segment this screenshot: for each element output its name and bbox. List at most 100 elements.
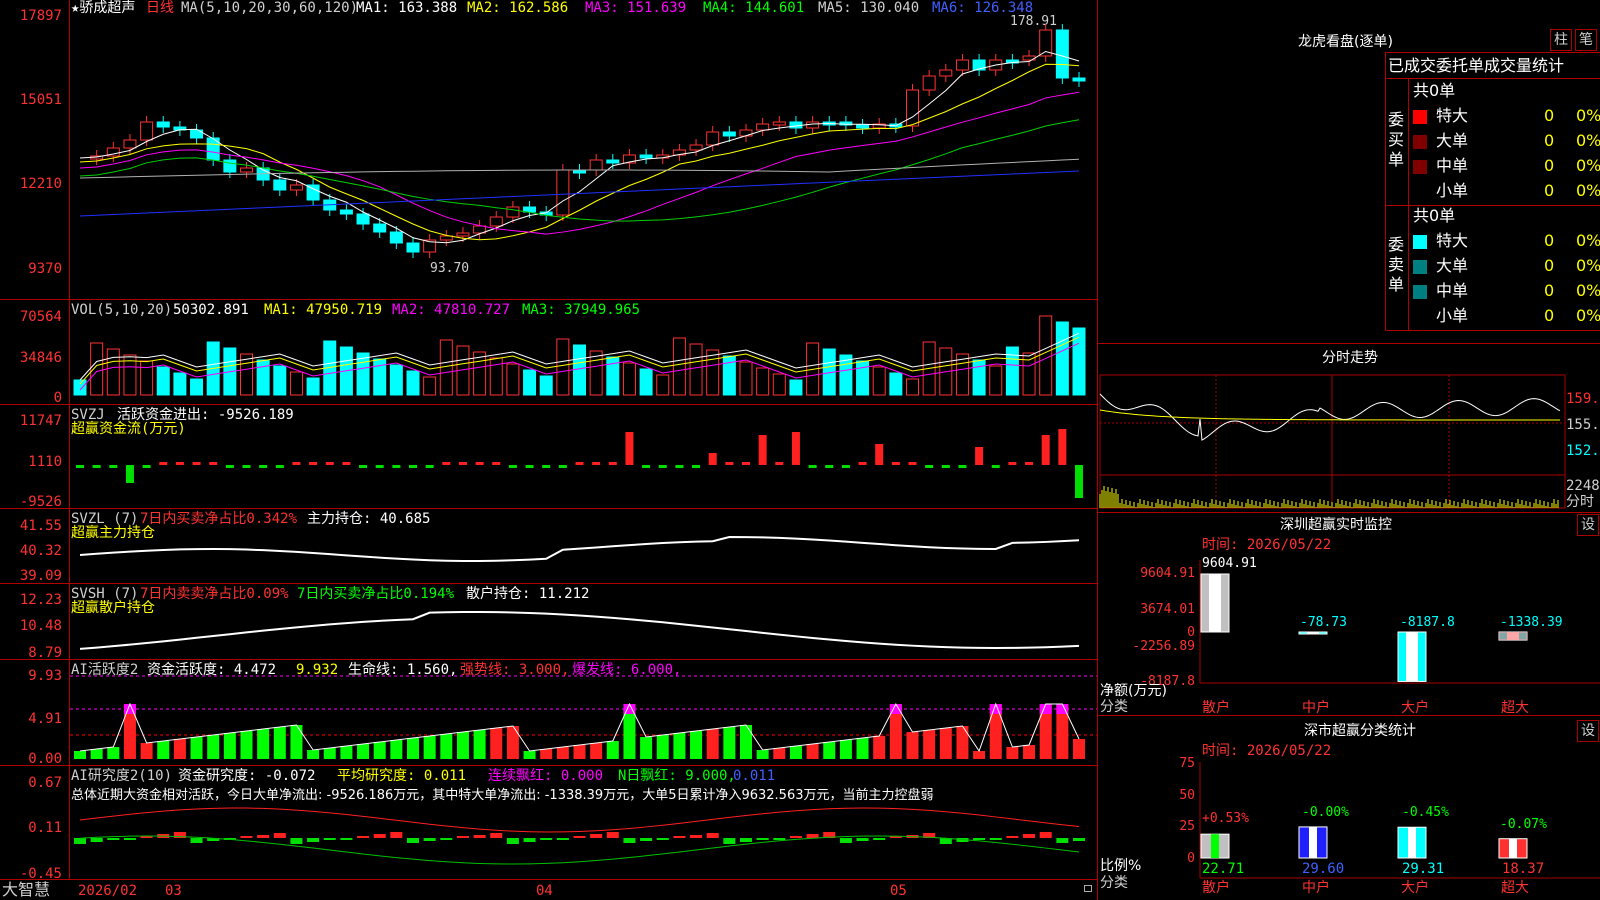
axis-label: -0.00% xyxy=(1302,805,1349,820)
order-count: 0 xyxy=(1544,156,1555,175)
color-swatch xyxy=(1413,160,1427,174)
month-label: 04 xyxy=(536,883,553,899)
axis-label: 超大 xyxy=(1501,700,1529,716)
axis-label: 散户 xyxy=(1202,880,1230,896)
ai2-text5: 0.011 xyxy=(733,768,776,784)
vol-label: 70564 xyxy=(19,309,62,325)
order-percent: 0% xyxy=(1576,306,1600,325)
order-percent: 0% xyxy=(1576,256,1600,275)
order-size-label: 特大 xyxy=(1436,231,1469,250)
order-percent: 0% xyxy=(1576,231,1600,250)
axis-label: 29.31 xyxy=(1402,861,1445,877)
ai2-text1: 资金研究度: -0.072 xyxy=(178,768,316,784)
ai2-text4: N日飘红: 9.000, xyxy=(618,768,736,784)
settings-button[interactable]: 设 xyxy=(1577,514,1599,536)
color-swatch xyxy=(1413,110,1427,124)
ai2-text3: 连续飘红: 0.000 xyxy=(488,768,604,784)
svzl-label: 39.09 xyxy=(19,568,62,584)
color-swatch xyxy=(1413,185,1427,199)
axis-label: +0.53% xyxy=(1202,811,1249,826)
vol-title: VOL(5,10,20) xyxy=(71,302,173,318)
date-label: 2026/02 xyxy=(78,883,138,899)
order-percent: 0% xyxy=(1576,281,1600,300)
svsh-text3: 散户持仓: 11.212 xyxy=(466,586,590,602)
sz-monitor-title: 深圳超赢实时监控 xyxy=(1280,517,1392,533)
svzl-sub: 超赢主力持仓 xyxy=(71,525,155,541)
vol-label: 0 xyxy=(53,390,62,406)
order-count: 0 xyxy=(1544,256,1555,275)
axis-label: 75 xyxy=(1179,756,1195,771)
app-logo: 大智慧 xyxy=(2,880,51,899)
tick-mode-button[interactable]: 笔 xyxy=(1575,29,1597,51)
ai1-title: AI活跃度2 xyxy=(71,662,139,678)
fenshi-vol-label: 分时 xyxy=(1566,494,1594,510)
axis-label: 18.37 xyxy=(1502,861,1545,877)
svzl-label: 40.32 xyxy=(19,543,62,559)
svzj-label: 11747 xyxy=(19,413,62,429)
order-size-label: 中单 xyxy=(1436,156,1469,175)
divider xyxy=(1408,78,1409,330)
order-size-label: 小单 xyxy=(1436,181,1469,200)
ai1-text2: 9.932 xyxy=(296,662,339,678)
sz-class-time: 时间: 2026/05/22 xyxy=(1202,743,1332,759)
axis-label: -2256.89 xyxy=(1132,639,1195,654)
net-amount-label: 净额(万元) xyxy=(1100,683,1167,699)
axis-label: 0 xyxy=(1187,625,1195,640)
divider xyxy=(1385,52,1386,330)
price-chart[interactable] xyxy=(0,0,1097,880)
vol-value: 50302.891 xyxy=(173,302,249,318)
color-swatch xyxy=(1413,135,1427,149)
ai1-text1: 资金活跃度: 4.472 xyxy=(147,662,277,678)
order-size-label: 大单 xyxy=(1436,131,1469,150)
fenshi-label: 152.3 xyxy=(1566,443,1600,459)
divider xyxy=(1385,52,1600,53)
category-label: 分类 xyxy=(1100,699,1128,715)
stock-terminal: ★骄成超声 日线 MA(5,10,20,30,60,120) MA1: 163.… xyxy=(0,0,1600,900)
lhb-header: 已成交委托单成交量统计 xyxy=(1388,56,1565,75)
color-swatch xyxy=(1413,235,1427,249)
ai2-summary: 总体近期大资金相对活跃，今日大单净流出: -9526.186万元，其中特大单净流… xyxy=(71,788,934,803)
color-swatch xyxy=(1413,310,1427,324)
axis-label: 超大 xyxy=(1501,880,1529,896)
divider xyxy=(1385,78,1600,79)
settings-button[interactable]: 设 xyxy=(1577,720,1599,742)
axis-label: 29.60 xyxy=(1302,861,1345,877)
axis-label: 中户 xyxy=(1302,880,1330,896)
main-right-divider xyxy=(1097,0,1098,900)
vol-ma2: MA2: 47810.727 xyxy=(392,302,511,318)
svzj-sub: 超赢资金流(万元) xyxy=(71,421,186,437)
order-count: 0 xyxy=(1544,106,1555,125)
order-count: 0 xyxy=(1544,231,1555,250)
fenshi-label: 159.1 xyxy=(1566,391,1600,407)
axis-label: 50 xyxy=(1179,788,1195,803)
axis-label: 散户 xyxy=(1202,700,1230,716)
ai1-label: 9.93 xyxy=(28,668,62,684)
fenshi-vol-label: 2248 xyxy=(1566,478,1600,494)
order-count: 0 xyxy=(1544,181,1555,200)
svzj-label: -9526 xyxy=(19,494,62,510)
lock-icon[interactable] xyxy=(1084,885,1092,892)
sz-monitor-time: 时间: 2026/05/22 xyxy=(1202,537,1332,553)
ai2-label: 0.67 xyxy=(28,775,62,791)
ai2-label: 0.11 xyxy=(28,820,62,836)
axis-label: 3674.01 xyxy=(1140,602,1195,617)
ratio-label: 比例% xyxy=(1100,858,1142,874)
axis-label: -8187.8 xyxy=(1400,615,1455,630)
svsh-sub: 超赢散户持仓 xyxy=(71,600,155,616)
fenshi-label: 155.7 xyxy=(1566,417,1600,433)
ai1-text5: 爆发线: 6.000, xyxy=(572,662,682,678)
axis-label: 9604.91 xyxy=(1202,556,1257,571)
vol-label: 34846 xyxy=(19,350,62,366)
bar-mode-button[interactable]: 柱 xyxy=(1550,29,1572,51)
axis-label: -0.45% xyxy=(1402,805,1449,820)
order-percent: 0% xyxy=(1576,106,1600,125)
ai1-label: 0.00 xyxy=(28,751,62,767)
sz-class-title: 深市超赢分类统计 xyxy=(1304,723,1416,739)
axis-label: 大户 xyxy=(1401,880,1429,896)
ai2-text2: 平均研究度: 0.011 xyxy=(337,768,467,784)
order-size-label: 中单 xyxy=(1436,281,1469,300)
order-count: 0 xyxy=(1544,131,1555,150)
axis-label: 22.71 xyxy=(1202,861,1245,877)
order-size-label: 大单 xyxy=(1436,256,1469,275)
lhb-title: 龙虎看盘(逐单) xyxy=(1298,34,1393,50)
